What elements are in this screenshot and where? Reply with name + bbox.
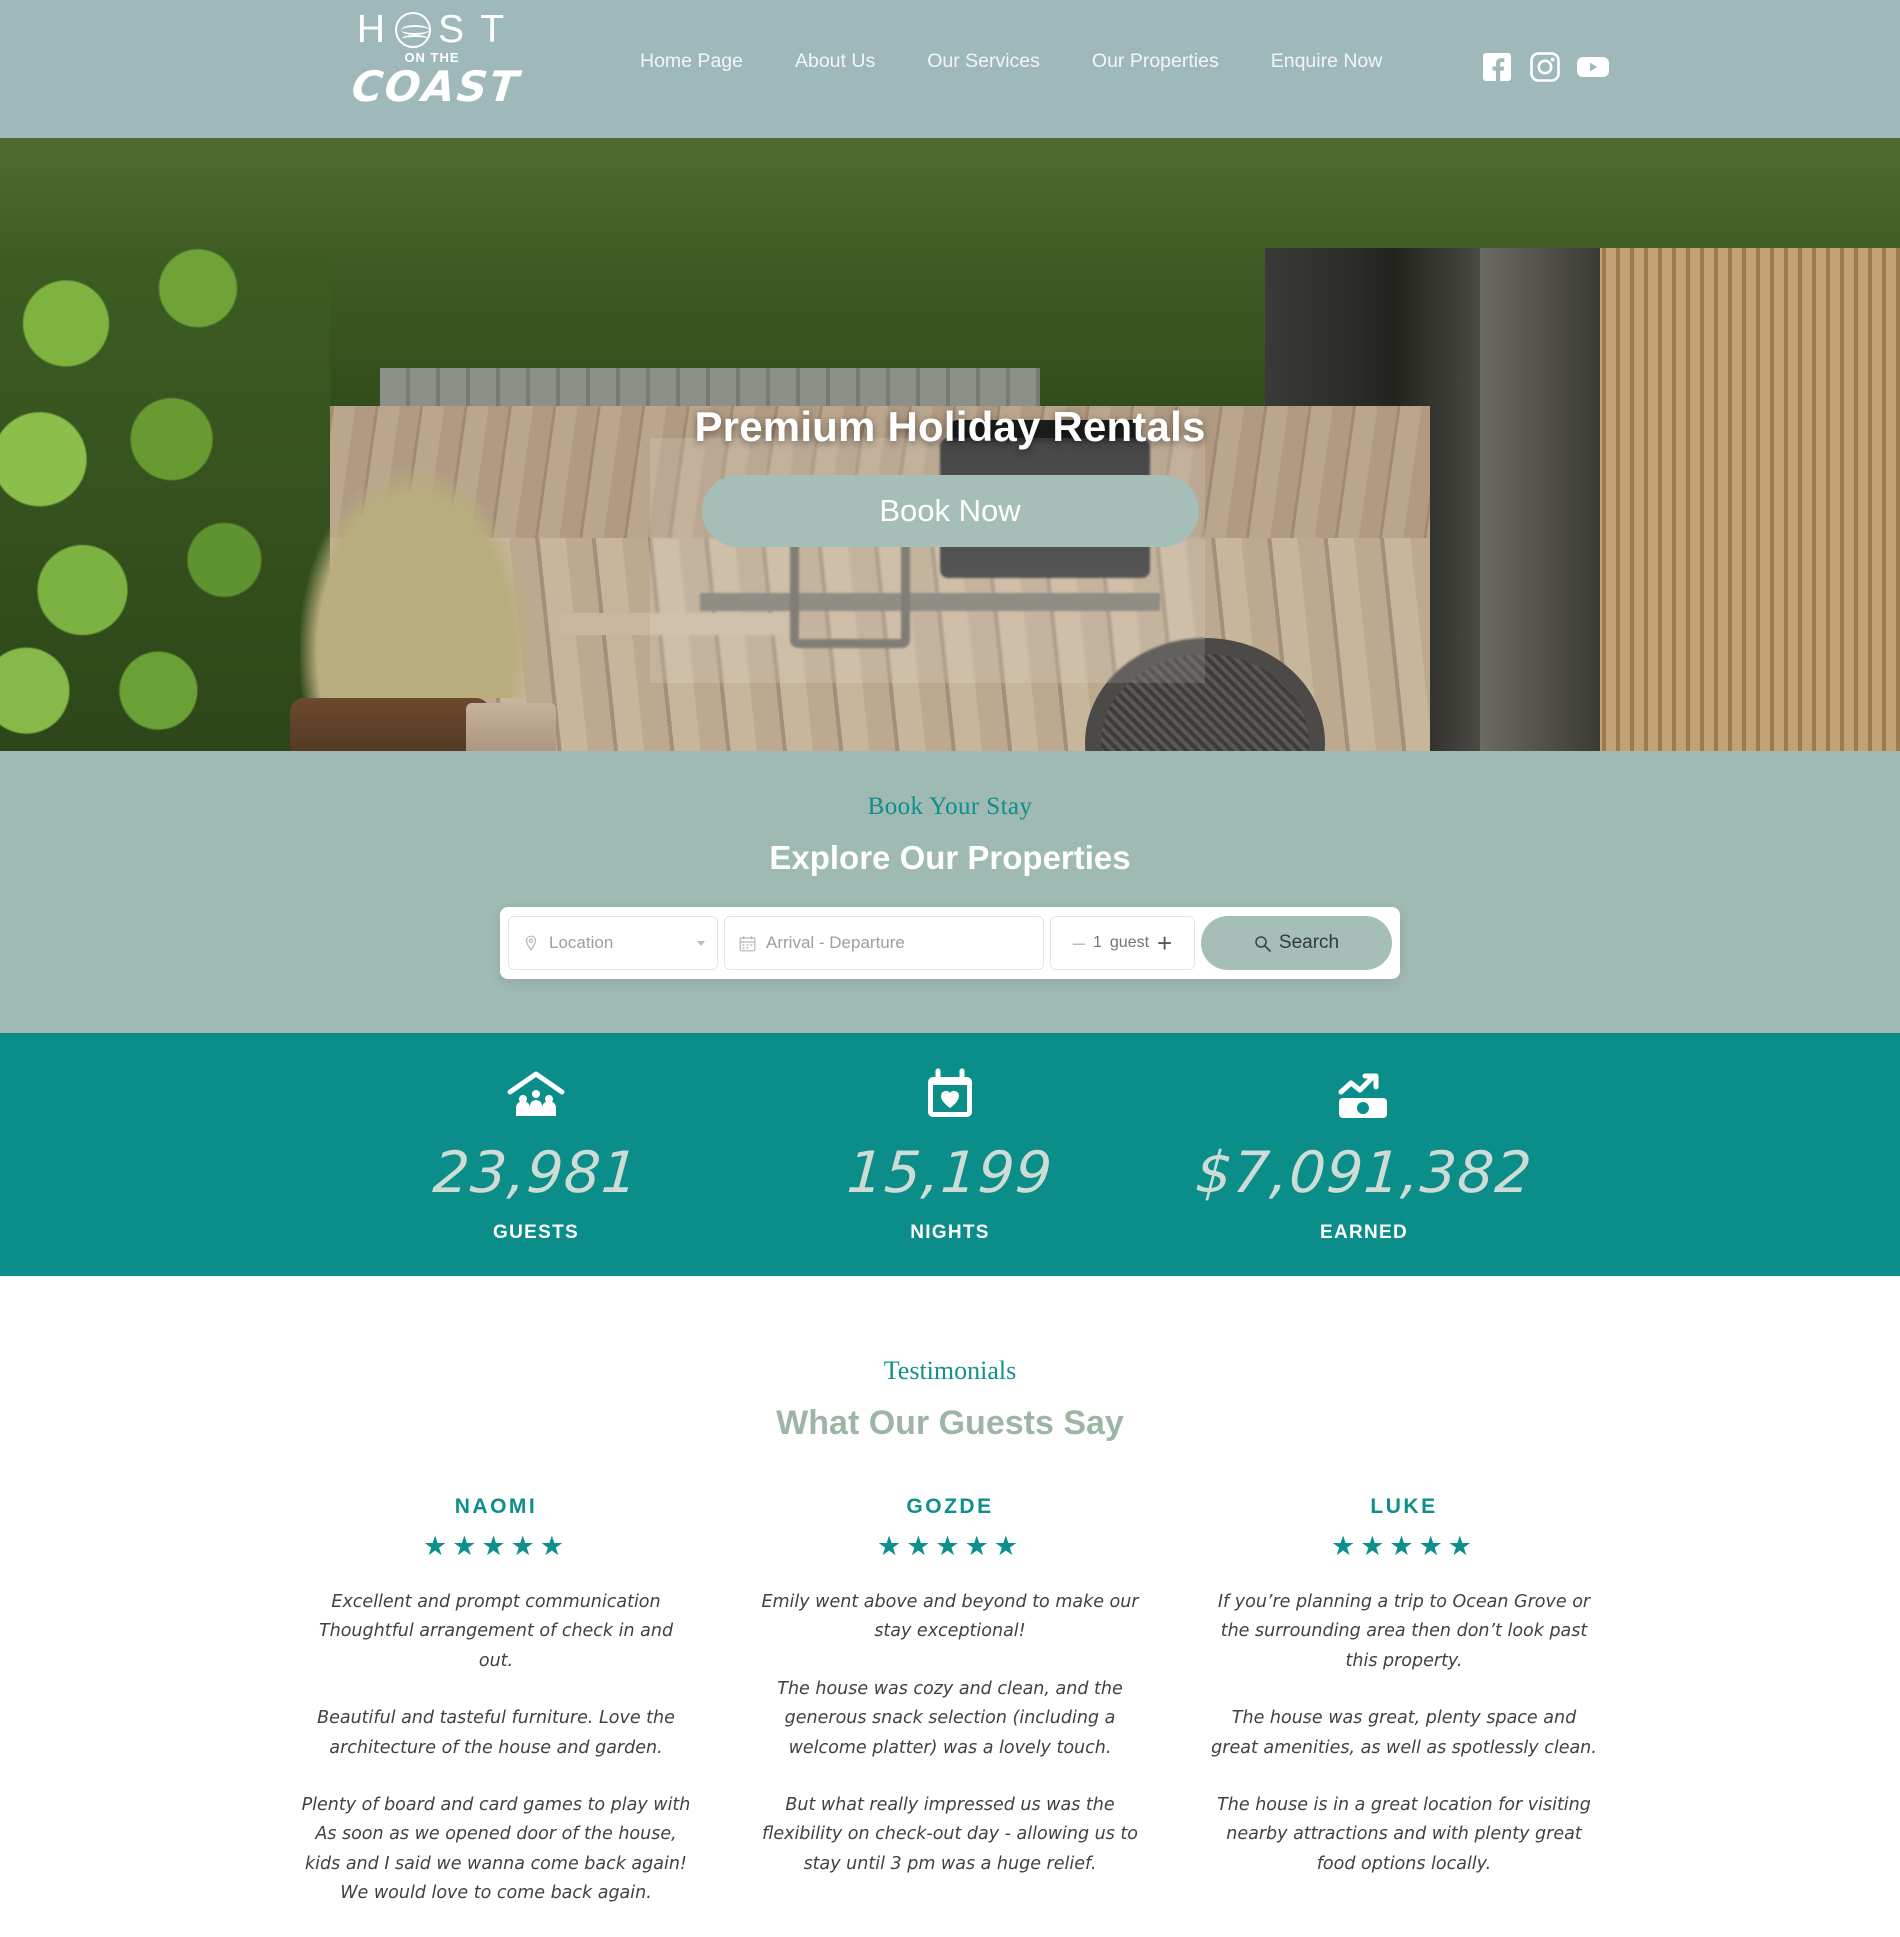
book-now-button[interactable]: Book Now [701,474,1199,547]
search-bar: Location Arrival - Departure – 1 guest + [500,907,1400,979]
nav-item-our-properties[interactable]: Our Properties [1092,50,1219,73]
hero-title: Premium Holiday Rentals [694,402,1206,450]
nav-item-about-us[interactable]: About Us [795,50,875,73]
stat-nights-label: NIGHTS [910,1221,990,1243]
calendar-icon [739,935,756,951]
dates-field[interactable]: Arrival - Departure [724,916,1044,970]
testimonial-paragraph: But what really impressed us was the fle… [762,1794,1138,1874]
testimonials-eyebrow: Testimonials [883,1356,1017,1385]
logo-coast-text: COAST [349,62,523,111]
youtube-icon[interactable] [1576,50,1610,84]
testimonial-author: GOZDE [906,1495,994,1518]
sun-wave-icon [395,11,432,48]
testimonial-cards: NAOMI ★★★★★ Excellent and prompt communi… [0,1495,1900,1937]
rating-stars: ★★★★★ [422,1531,570,1561]
site-logo[interactable]: H S T ON THE COAST [349,10,523,128]
testimonial-paragraph: The house was cozy and clean, and the ge… [777,1678,1123,1758]
testimonial-author: NAOMI [454,1495,538,1518]
hero-section: Premium Holiday Rentals Book Now [0,138,1900,751]
stat-guests-label: GUESTS [493,1221,579,1243]
main-navigation: Home Page About Us Our Services Our Prop… [640,50,1382,73]
rating-stars: ★★★★★ [1330,1531,1478,1561]
stat-nights-value: 15,199 [844,1139,1056,1206]
house-family-icon [329,1066,743,1126]
guest-unit-label: guest [1109,934,1150,951]
stats-band: 23,981 GUESTS 15,199 NIGHTS $7,091,382 E… [0,1033,1900,1276]
logo-letter-h: H [356,8,389,51]
stat-earned-label: EARNED [1319,1221,1409,1243]
testimonial-author: LUKE [1370,1495,1438,1518]
stat-nights: 15,199 NIGHTS [743,1066,1157,1244]
testimonial-paragraph: The house is in a great location for vis… [1217,1794,1591,1874]
search-button[interactable]: Search [1201,916,1392,970]
nav-item-enquire-now[interactable]: Enquire Now [1271,50,1383,73]
testimonials-section: Testimonials What Our Guests Say NAOMI ★… [0,1276,1900,1937]
calendar-heart-icon [743,1066,1157,1126]
chevron-down-icon [697,940,705,946]
nav-item-home-page[interactable]: Home Page [640,50,743,73]
logo-letters-st: S T [438,8,508,51]
chart-money-icon [1157,1066,1571,1126]
testimonial-card: GOZDE ★★★★★ Emily went above and beyond … [754,1495,1146,1937]
testimonial-card: LUKE ★★★★★ If you’re planning a trip to … [1208,1495,1600,1937]
guest-count-value: 1 [1093,934,1102,951]
testimonial-paragraph: The house was great, plenty space and gr… [1211,1708,1597,1758]
stat-earned: $7,091,382 EARNED [1157,1066,1571,1244]
location-placeholder-text: Location [549,933,614,952]
stat-guests: 23,981 GUESTS [329,1066,743,1244]
site-header: H S T ON THE COAST Home Page About Us Ou… [0,0,1900,138]
stat-guests-value: 23,981 [430,1139,642,1206]
search-section-title: Explore Our Properties [769,839,1131,876]
testimonial-card: NAOMI ★★★★★ Excellent and prompt communi… [300,1495,692,1937]
social-links [1480,50,1610,84]
testimonial-paragraph: Excellent and prompt communication Thoug… [318,1592,674,1671]
testimonial-paragraph: Plenty of board and card games to play w… [301,1794,691,1904]
booking-search-section: Book Your Stay Explore Our Properties Lo… [0,751,1900,1033]
search-eyebrow: Book Your Stay [867,793,1033,820]
testimonial-paragraph: If you’re planning a trip to Ocean Grove… [1217,1592,1591,1671]
search-icon [1255,935,1271,952]
location-select[interactable]: Location [508,916,718,970]
rating-stars: ★★★★★ [876,1531,1024,1561]
map-pin-icon [525,935,537,951]
testimonials-title: What Our Guests Say [776,1404,1124,1442]
testimonial-paragraph: Emily went above and beyond to make our … [761,1592,1139,1642]
guest-stepper: – 1 guest + [1050,916,1195,970]
nav-item-our-services[interactable]: Our Services [927,50,1040,73]
stat-earned-value: $7,091,382 [1193,1139,1535,1206]
dates-placeholder-text: Arrival - Departure [766,933,905,952]
search-button-label: Search [1278,932,1340,953]
testimonial-paragraph: Beautiful and tasteful furniture. Love t… [317,1708,675,1758]
facebook-icon[interactable] [1480,50,1514,84]
guest-increment-button[interactable]: + [1157,930,1172,956]
guest-decrement-button[interactable]: – [1073,932,1085,954]
instagram-icon[interactable] [1528,50,1562,84]
logo-wordmark-host: H S T [352,10,512,49]
